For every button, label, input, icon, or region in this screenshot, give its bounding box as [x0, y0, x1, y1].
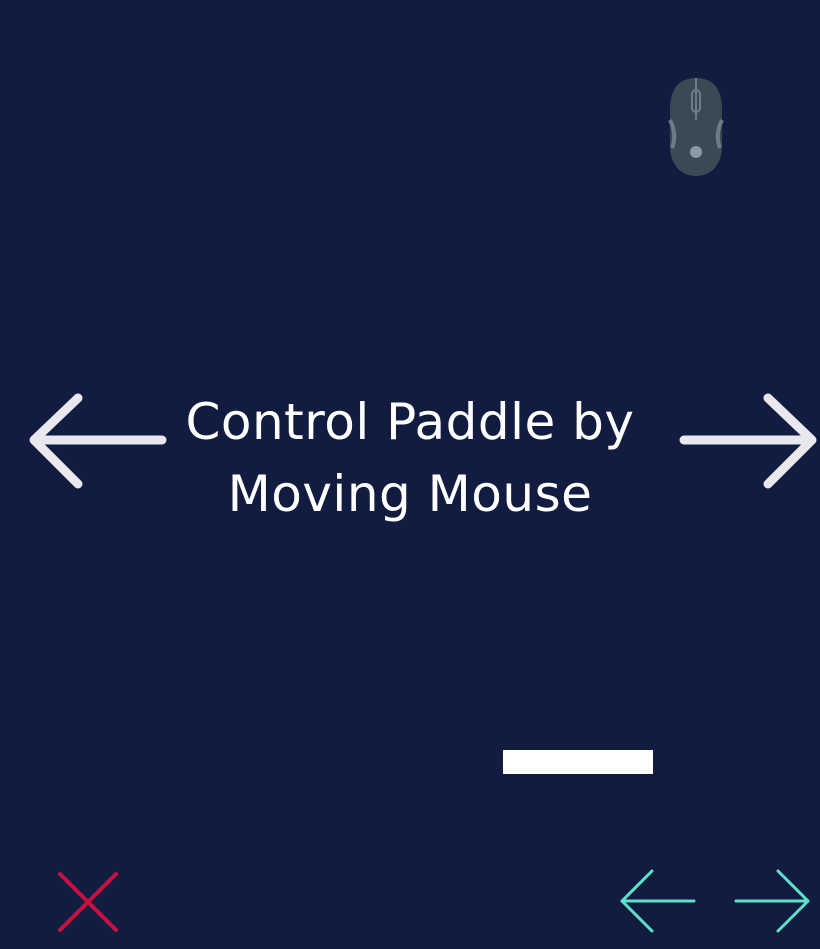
instruction-line-1: Control Paddle by [185, 393, 635, 451]
arrow-left-icon [620, 869, 696, 933]
paddle[interactable] [503, 750, 653, 774]
previous-button[interactable] [618, 868, 698, 934]
game-screen[interactable]: Control Paddle by Moving Mouse [0, 0, 820, 949]
mouse-icon [664, 76, 728, 178]
next-button[interactable] [732, 868, 812, 934]
instruction-line-2: Moving Mouse [227, 465, 593, 523]
close-icon [58, 872, 118, 932]
instruction-text: Control Paddle by Moving Mouse [170, 386, 650, 530]
arrow-right-icon [678, 392, 820, 490]
arrow-left-icon [26, 392, 168, 490]
close-button[interactable] [56, 870, 120, 934]
arrow-right-icon [734, 869, 810, 933]
